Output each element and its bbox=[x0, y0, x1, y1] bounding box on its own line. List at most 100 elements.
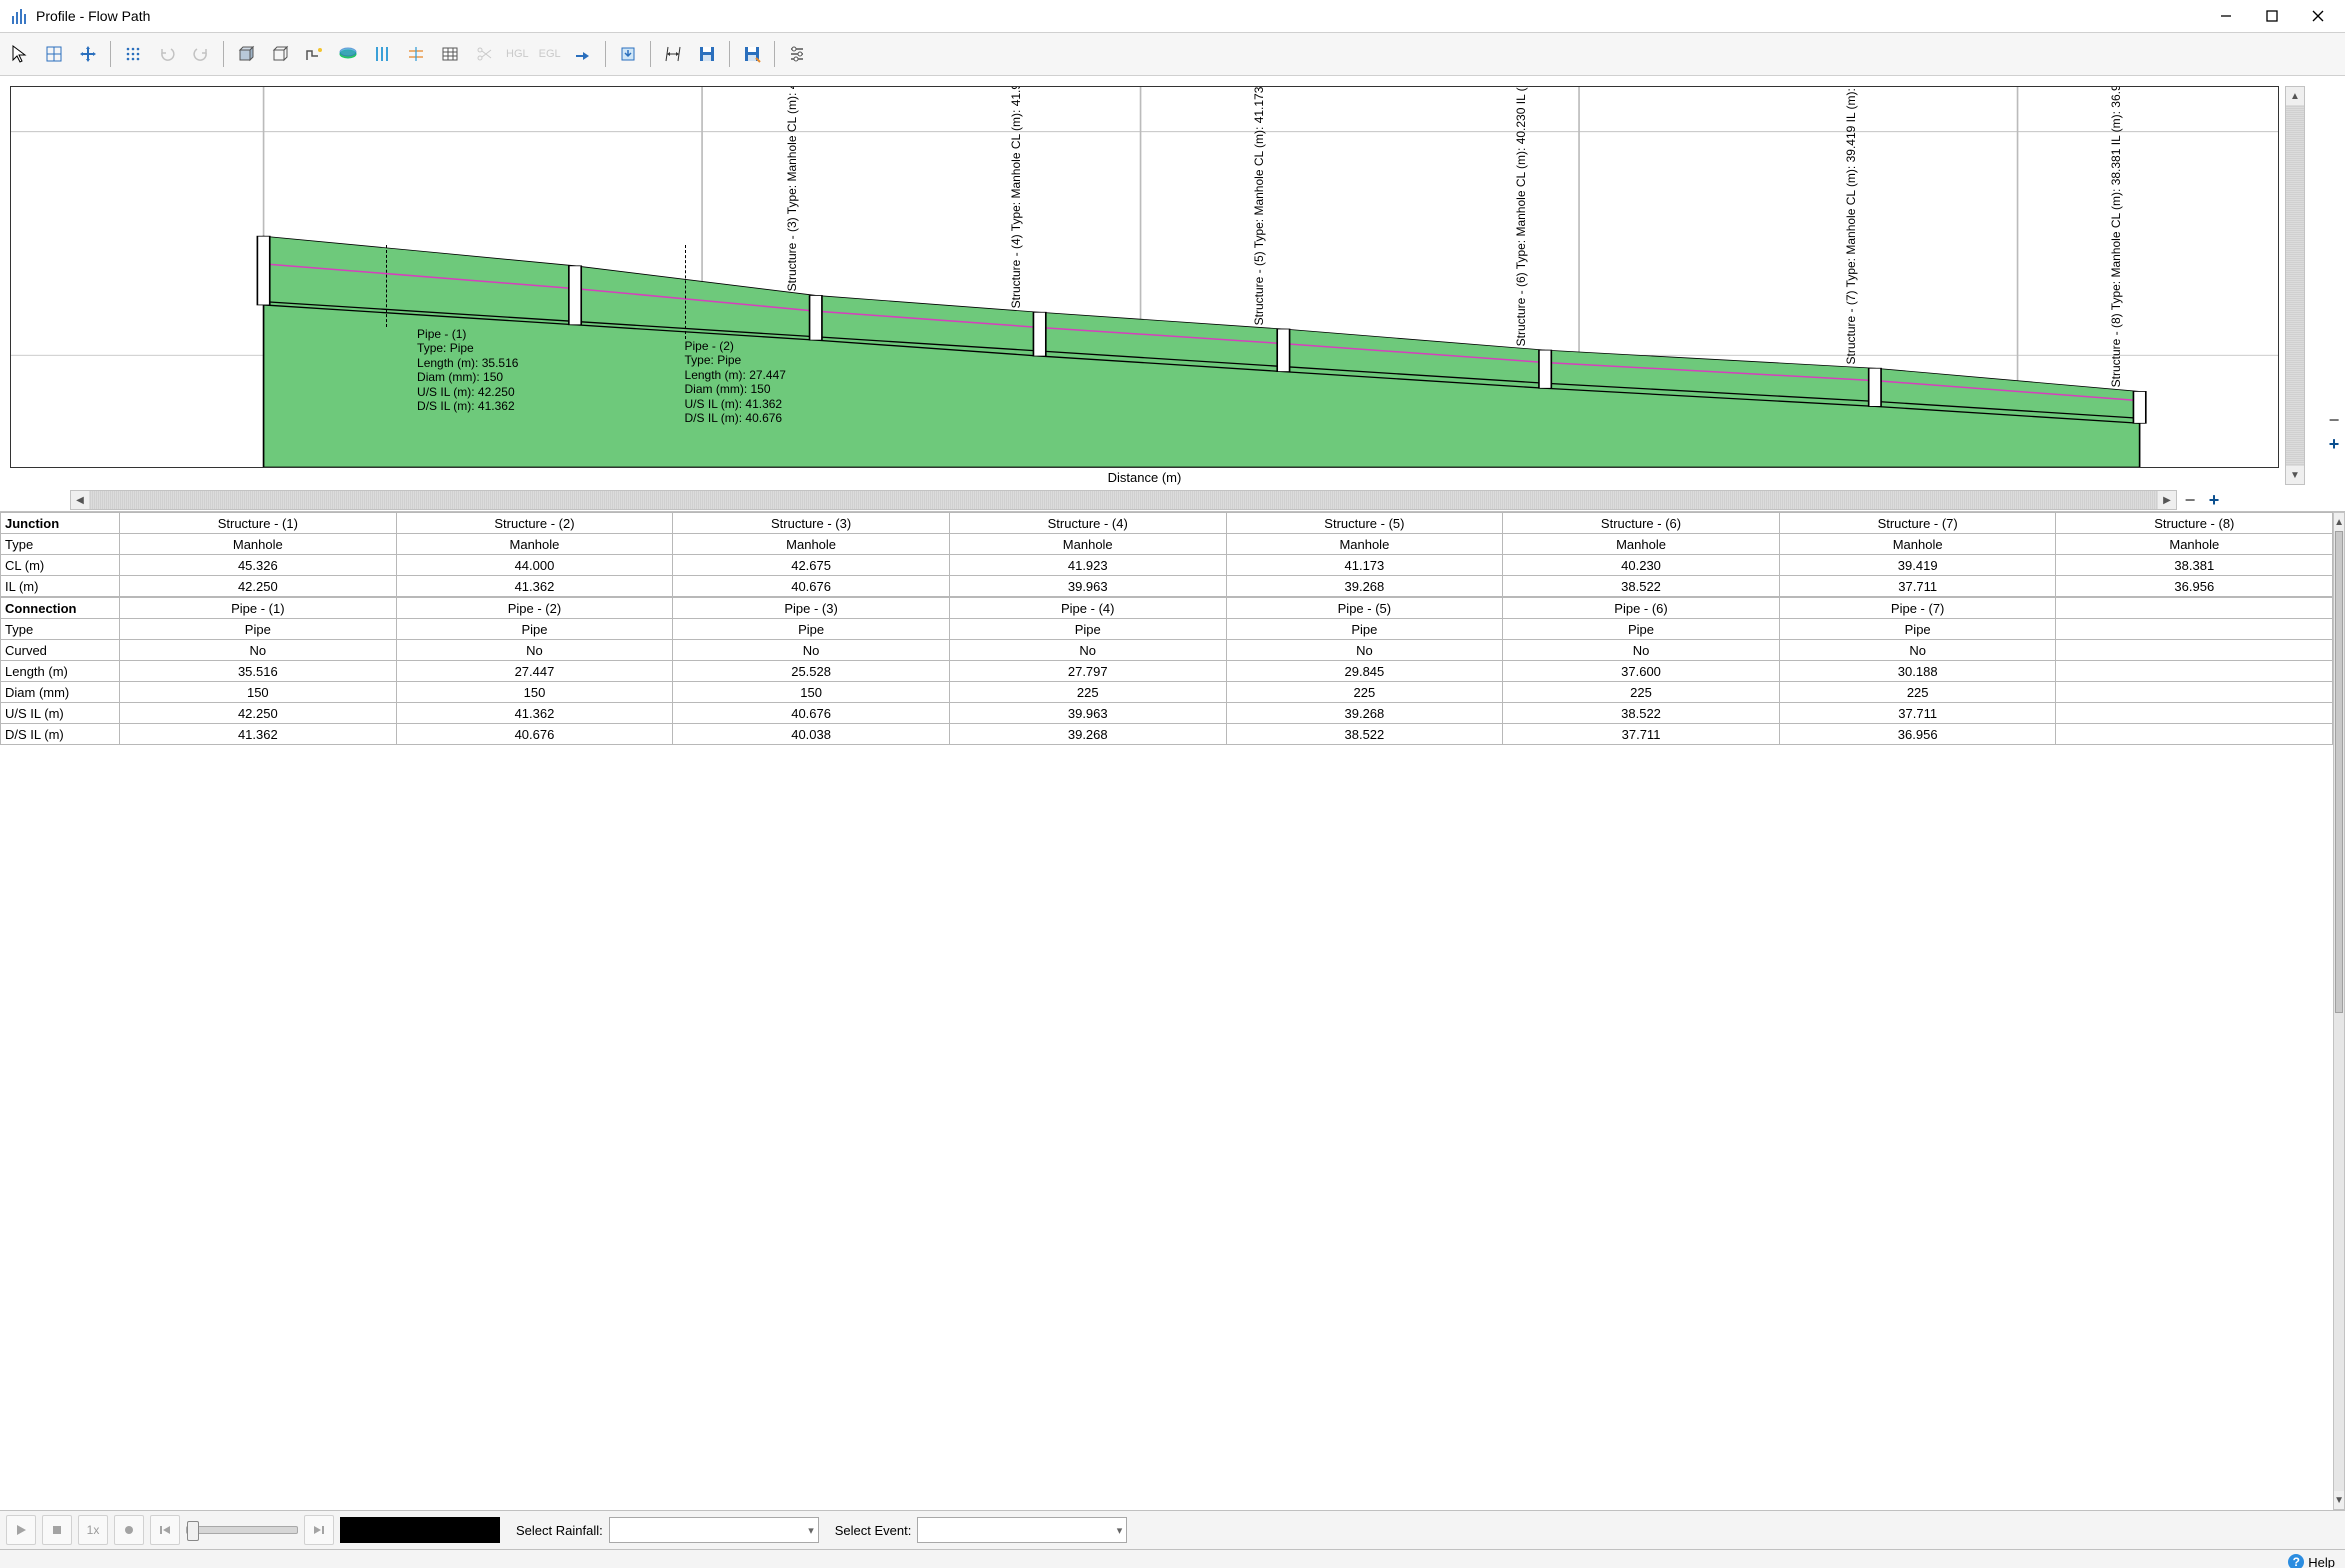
move-all-icon[interactable] bbox=[117, 38, 149, 70]
crosshair-icon[interactable] bbox=[400, 38, 432, 70]
scroll-up-icon[interactable]: ▲ bbox=[2334, 513, 2344, 531]
hgl-icon[interactable]: HGL bbox=[502, 38, 533, 70]
profile-chart[interactable]: 50.00040.0000.00050.000100.000150.000200… bbox=[10, 86, 2279, 468]
stop-button[interactable] bbox=[42, 1515, 72, 1545]
cell[interactable]: 40.676 bbox=[673, 703, 950, 724]
save-icon[interactable] bbox=[691, 38, 723, 70]
column-header[interactable]: Pipe - (1) bbox=[120, 598, 397, 619]
zoom-out-v-icon[interactable]: − bbox=[2323, 409, 2345, 431]
cell[interactable]: 36.956 bbox=[1779, 724, 2056, 745]
fit-window-icon[interactable] bbox=[38, 38, 70, 70]
cell[interactable]: 27.797 bbox=[949, 661, 1226, 682]
cell[interactable]: 37.711 bbox=[1779, 703, 2056, 724]
cell[interactable]: 225 bbox=[1779, 682, 2056, 703]
cell[interactable]: 25.528 bbox=[673, 661, 950, 682]
cell[interactable]: No bbox=[1226, 640, 1503, 661]
column-header[interactable]: Pipe - (4) bbox=[949, 598, 1226, 619]
cell[interactable]: 40.230 bbox=[1503, 555, 1780, 576]
cell[interactable]: 39.419 bbox=[1779, 555, 2056, 576]
column-header[interactable]: Structure - (7) bbox=[1779, 513, 2056, 534]
cell[interactable]: No bbox=[673, 640, 950, 661]
window-close-button[interactable] bbox=[2295, 0, 2341, 32]
cell[interactable]: Manhole bbox=[120, 534, 397, 555]
cell[interactable]: 225 bbox=[949, 682, 1226, 703]
scroll-track[interactable] bbox=[2286, 105, 2304, 466]
column-header[interactable]: Structure - (6) bbox=[1503, 513, 1780, 534]
cell[interactable]: 36.956 bbox=[2056, 576, 2333, 597]
cell[interactable]: 42.675 bbox=[673, 555, 950, 576]
slider-knob[interactable] bbox=[187, 1521, 199, 1541]
time-slider[interactable] bbox=[186, 1526, 298, 1534]
column-header[interactable]: Pipe - (7) bbox=[1779, 598, 2056, 619]
lanes-icon[interactable] bbox=[366, 38, 398, 70]
cell[interactable]: 29.845 bbox=[1226, 661, 1503, 682]
column-header[interactable]: Structure - (2) bbox=[396, 513, 673, 534]
zoom-in-h-icon[interactable]: + bbox=[2203, 489, 2225, 511]
table-view-icon[interactable] bbox=[434, 38, 466, 70]
cell[interactable]: 27.447 bbox=[396, 661, 673, 682]
select-rainfall-dropdown[interactable] bbox=[609, 1517, 819, 1543]
cell[interactable]: Manhole bbox=[1226, 534, 1503, 555]
zoom-out-h-icon[interactable]: − bbox=[2179, 489, 2201, 511]
column-header[interactable]: Pipe - (2) bbox=[396, 598, 673, 619]
egl-icon[interactable]: EGL bbox=[535, 38, 565, 70]
scroll-up-icon[interactable]: ▲ bbox=[2286, 87, 2304, 105]
undo-icon[interactable] bbox=[151, 38, 183, 70]
cell[interactable]: 38.522 bbox=[1503, 576, 1780, 597]
column-header[interactable]: Structure - (3) bbox=[673, 513, 950, 534]
run-icon[interactable] bbox=[567, 38, 599, 70]
cell[interactable]: 41.362 bbox=[396, 703, 673, 724]
cell[interactable]: 44.000 bbox=[396, 555, 673, 576]
cell[interactable]: Manhole bbox=[2056, 534, 2333, 555]
tables-vertical-scrollbar[interactable]: ▲ ▼ bbox=[2333, 512, 2345, 1510]
column-header[interactable]: Structure - (4) bbox=[949, 513, 1226, 534]
cell[interactable]: 39.268 bbox=[949, 724, 1226, 745]
cell[interactable]: 41.173 bbox=[1226, 555, 1503, 576]
cell[interactable]: No bbox=[1779, 640, 2056, 661]
cell[interactable]: 30.188 bbox=[1779, 661, 2056, 682]
cell[interactable]: 41.362 bbox=[396, 576, 673, 597]
speed-button[interactable]: 1x bbox=[78, 1515, 108, 1545]
cell[interactable]: 225 bbox=[1226, 682, 1503, 703]
column-header[interactable]: Pipe - (6) bbox=[1503, 598, 1780, 619]
cell[interactable]: 42.250 bbox=[120, 703, 397, 724]
cell[interactable]: 38.522 bbox=[1226, 724, 1503, 745]
cell[interactable]: Manhole bbox=[673, 534, 950, 555]
cell[interactable]: 35.516 bbox=[120, 661, 397, 682]
cell[interactable]: 42.250 bbox=[120, 576, 397, 597]
cell[interactable]: Pipe bbox=[1503, 619, 1780, 640]
cell[interactable]: Pipe bbox=[1226, 619, 1503, 640]
help-icon[interactable]: ? bbox=[2288, 1554, 2304, 1568]
scroll-right-icon[interactable]: ▶ bbox=[2158, 491, 2176, 509]
cell[interactable]: Manhole bbox=[396, 534, 673, 555]
overlay-icon[interactable] bbox=[332, 38, 364, 70]
cell[interactable]: 45.326 bbox=[120, 555, 397, 576]
cell[interactable]: No bbox=[1503, 640, 1780, 661]
cell[interactable]: No bbox=[396, 640, 673, 661]
scroll-thumb[interactable] bbox=[2335, 531, 2343, 1013]
cell[interactable]: Pipe bbox=[1779, 619, 2056, 640]
box-3d-icon[interactable] bbox=[230, 38, 262, 70]
chart-horizontal-scrollbar[interactable]: ◀ ▶ bbox=[70, 490, 2177, 510]
dimension-icon[interactable] bbox=[657, 38, 689, 70]
pointer-icon[interactable] bbox=[4, 38, 36, 70]
cell[interactable]: 225 bbox=[1503, 682, 1780, 703]
play-button[interactable] bbox=[6, 1515, 36, 1545]
cell[interactable]: No bbox=[949, 640, 1226, 661]
cell[interactable]: 41.362 bbox=[120, 724, 397, 745]
cell[interactable]: 40.676 bbox=[396, 724, 673, 745]
cell[interactable]: Manhole bbox=[1503, 534, 1780, 555]
connection-table[interactable]: ConnectionPipe - (1)Pipe - (2)Pipe - (3)… bbox=[0, 597, 2333, 745]
scissors-icon[interactable] bbox=[468, 38, 500, 70]
cell[interactable]: 39.268 bbox=[1226, 576, 1503, 597]
scroll-left-icon[interactable]: ◀ bbox=[71, 491, 89, 509]
step-back-button[interactable] bbox=[150, 1515, 180, 1545]
column-header[interactable]: Structure - (8) bbox=[2056, 513, 2333, 534]
column-header[interactable]: Pipe - (3) bbox=[673, 598, 950, 619]
cell[interactable]: 38.381 bbox=[2056, 555, 2333, 576]
scroll-down-icon[interactable]: ▼ bbox=[2286, 466, 2304, 484]
cell[interactable]: 41.923 bbox=[949, 555, 1226, 576]
cube-3d-icon[interactable] bbox=[264, 38, 296, 70]
import-icon[interactable] bbox=[612, 38, 644, 70]
pan-icon[interactable] bbox=[72, 38, 104, 70]
